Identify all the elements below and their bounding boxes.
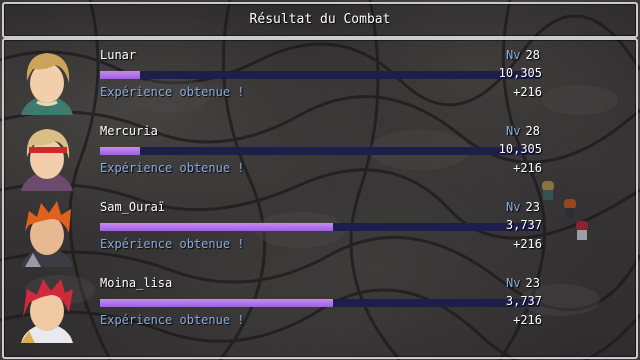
exp-bar (100, 299, 540, 307)
level-label: Nv (506, 124, 521, 138)
party-member-row: Moina_lisa Nv 23 3,737 Expérience obtenu… (4, 268, 636, 344)
exp-gained-label: Expérience obtenue ! (100, 85, 245, 99)
exp-bar-fill (100, 299, 334, 307)
exp-gained-value: +216 (513, 237, 542, 251)
member-name: Sam_Ouraï (100, 200, 166, 214)
exp-total: 3,737 (505, 294, 542, 308)
level-label: Nv (506, 48, 521, 62)
orange-hair-warrior-portrait-icon (21, 201, 73, 267)
exp-bar (100, 71, 540, 79)
red-hair-warrior-portrait-icon (21, 279, 73, 343)
window-title: Résultat du Combat (249, 12, 391, 27)
level-value: 23 (525, 276, 540, 290)
member-name: Mercuria (100, 124, 158, 138)
title-window: Résultat du Combat (2, 2, 638, 38)
exp-gained-label: Expérience obtenue ! (100, 161, 245, 175)
member-name: Lunar (100, 48, 137, 62)
exp-gained-label: Expérience obtenue ! (100, 313, 245, 327)
results-window: Lunar Nv 28 10,305 Expérience obtenue ! … (2, 38, 638, 359)
exp-total: 10,305 (498, 66, 542, 80)
exp-bar-fill (100, 223, 334, 231)
exp-bar (100, 223, 540, 231)
exp-total: 10,305 (498, 142, 542, 156)
party-member-row: Lunar Nv 28 10,305 Expérience obtenue ! … (4, 40, 636, 116)
exp-gained-label: Expérience obtenue ! (100, 237, 245, 251)
exp-bar-fill (100, 147, 140, 155)
level-label: Nv (506, 276, 521, 290)
level-label: Nv (506, 200, 521, 214)
member-name: Moina_lisa (100, 276, 173, 290)
blond-headband-portrait-icon (21, 129, 73, 191)
exp-total: 3,737 (505, 218, 542, 232)
party-member-row: Mercuria Nv 28 10,305 Expérience obtenue… (4, 116, 636, 192)
level-value: 23 (525, 200, 540, 214)
party-member-row: Sam_Ouraï Nv 23 3,737 Expérience obtenue… (4, 192, 636, 268)
exp-gained-value: +216 (513, 85, 542, 99)
level-value: 28 (525, 124, 540, 138)
exp-bar (100, 147, 540, 155)
blond-hero-portrait-icon (21, 53, 73, 115)
battle-scene: Résultat du Combat Lunar Nv 28 10,305 Ex… (0, 0, 640, 360)
exp-gained-value: +216 (513, 161, 542, 175)
level-value: 28 (525, 48, 540, 62)
exp-bar-fill (100, 71, 140, 79)
exp-gained-value: +216 (513, 313, 542, 327)
